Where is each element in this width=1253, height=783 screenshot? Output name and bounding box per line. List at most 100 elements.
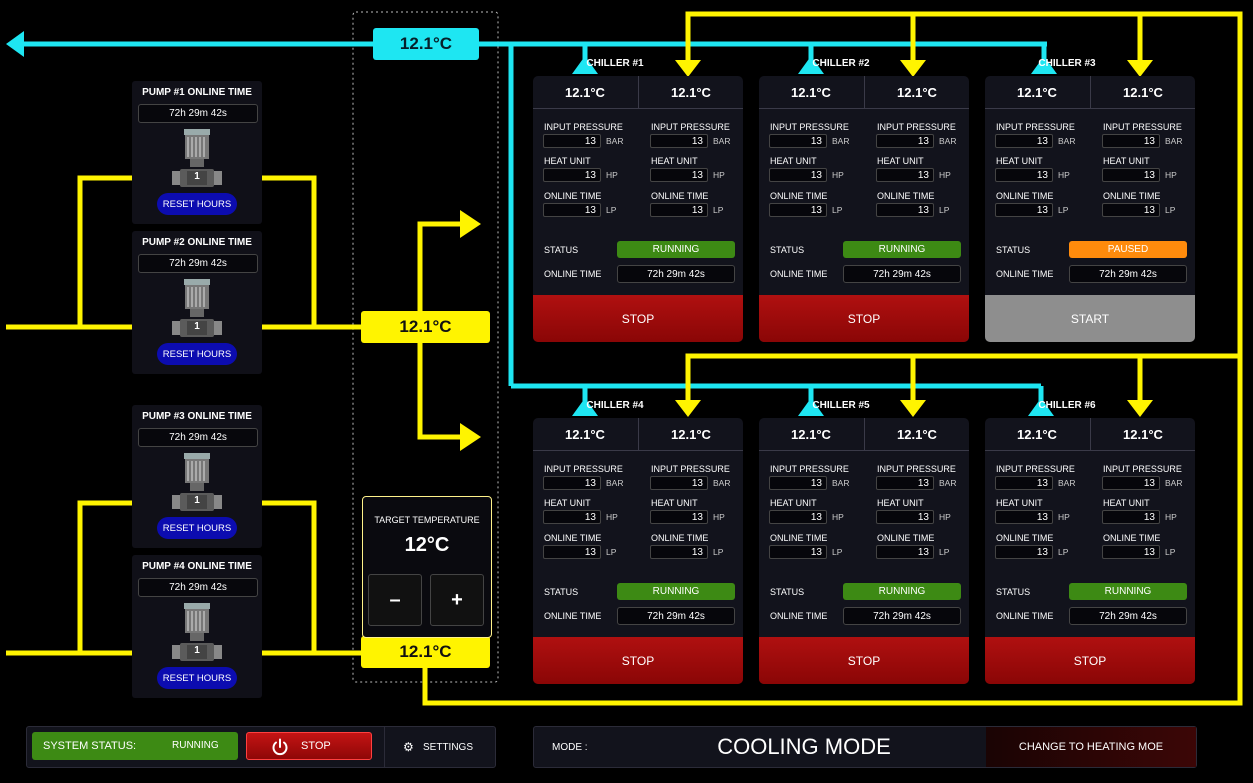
status-badge: RUNNING	[1069, 583, 1187, 600]
online-time-label: ONLINE TIME	[544, 269, 602, 279]
field-value[interactable]: 13	[543, 545, 601, 559]
field-label: HEAT UNIT	[651, 156, 698, 166]
system-control-bar: SYSTEM STATUS: RUNNING STOP ⚙ SETTINGS	[26, 726, 496, 768]
field-label: ONLINE TIME	[996, 191, 1054, 201]
field-value[interactable]: 13	[876, 168, 934, 182]
field-value[interactable]: 13	[1102, 168, 1160, 182]
field-value[interactable]: 13	[543, 476, 601, 490]
chiller-inlet-temp: 12.1°C	[671, 84, 711, 100]
field-value[interactable]: 13	[995, 545, 1053, 559]
field-value[interactable]: 13	[1102, 476, 1160, 490]
field-value[interactable]: 13	[876, 510, 934, 524]
online-time-label: ONLINE TIME	[544, 611, 602, 621]
reset-hours-button[interactable]: RESET HOURS	[157, 517, 237, 539]
field-value[interactable]: 13	[995, 476, 1053, 490]
field-value[interactable]: 13	[1102, 545, 1160, 559]
field-value[interactable]: 13	[650, 134, 708, 148]
field-label: INPUT PRESSURE	[877, 122, 956, 132]
field-value[interactable]: 13	[769, 168, 827, 182]
start-chiller-button[interactable]: START	[985, 295, 1195, 342]
target-temperature-panel: TARGET TEMPERATURE 12°C – +	[362, 496, 492, 638]
reset-hours-button[interactable]: RESET HOURS	[157, 343, 237, 365]
field-value[interactable]: 13	[769, 134, 827, 148]
chiller-temps: 12.1°C 12.1°C	[985, 418, 1195, 451]
unit-label: BAR	[606, 478, 624, 488]
settings-button[interactable]: ⚙ SETTINGS	[385, 727, 495, 767]
unit-label: LP	[1058, 205, 1069, 215]
field-value[interactable]: 13	[995, 203, 1053, 217]
field-value[interactable]: 13	[650, 510, 708, 524]
pump-icon: 1	[172, 129, 222, 189]
change-mode-button[interactable]: CHANGE TO HEATING MOE	[986, 727, 1196, 767]
field-label: ONLINE TIME	[651, 533, 709, 543]
pump-title: PUMP #1 ONLINE TIME	[142, 87, 252, 98]
field-value[interactable]: 13	[650, 168, 708, 182]
stop-chiller-button[interactable]: STOP	[985, 637, 1195, 684]
field-value[interactable]: 13	[995, 134, 1053, 148]
field-value[interactable]: 13	[650, 476, 708, 490]
field-value[interactable]: 13	[1102, 510, 1160, 524]
online-time-label: ONLINE TIME	[996, 611, 1054, 621]
field-value[interactable]: 13	[1102, 203, 1160, 217]
unit-label: LP	[606, 205, 617, 215]
field-value[interactable]: 13	[876, 476, 934, 490]
chiller-name: CHILLER #2	[812, 58, 870, 69]
field-label: ONLINE TIME	[996, 533, 1054, 543]
reset-hours-button[interactable]: RESET HOURS	[157, 667, 237, 689]
field-value[interactable]: 13	[995, 168, 1053, 182]
field-label: ONLINE TIME	[770, 191, 828, 201]
unit-label: HP	[606, 170, 618, 180]
field-label: ONLINE TIME	[544, 533, 602, 543]
chiller-inlet-temp: 12.1°C	[671, 426, 711, 442]
status-label: STATUS	[996, 587, 1031, 597]
field-value[interactable]: 13	[769, 203, 827, 217]
pump-panel-2: PUMP #2 ONLINE TIME 72h 29m 42s 1 RESET …	[132, 231, 262, 374]
field-label: HEAT UNIT	[770, 498, 817, 508]
chiller-card-2: 12.1°C 12.1°C INPUT PRESSURE INPUT PRESS…	[759, 76, 969, 342]
unit-label: HP	[832, 512, 844, 522]
field-value[interactable]: 13	[876, 134, 934, 148]
field-value[interactable]: 13	[769, 476, 827, 490]
field-label: HEAT UNIT	[996, 156, 1043, 166]
field-value[interactable]: 13	[1102, 134, 1160, 148]
increase-temperature-button[interactable]: +	[430, 574, 484, 626]
stop-chiller-button[interactable]: STOP	[533, 637, 743, 684]
field-value[interactable]: 13	[995, 510, 1053, 524]
unit-label: HP	[1058, 512, 1070, 522]
stop-chiller-button[interactable]: STOP	[759, 295, 969, 342]
field-value[interactable]: 13	[769, 545, 827, 559]
unit-label: BAR	[939, 136, 957, 146]
chiller-name: CHILLER #3	[1038, 58, 1096, 69]
system-stop-button[interactable]: STOP	[246, 732, 372, 760]
field-value[interactable]: 13	[650, 545, 708, 559]
field-label: HEAT UNIT	[770, 156, 817, 166]
chiller-outlet-temp: 12.1°C	[565, 426, 605, 442]
gear-icon: ⚙	[403, 740, 414, 754]
pump-number: 1	[194, 495, 200, 506]
field-value[interactable]: 13	[543, 203, 601, 217]
stop-chiller-button[interactable]: STOP	[533, 295, 743, 342]
field-value[interactable]: 13	[876, 203, 934, 217]
unit-label: BAR	[713, 136, 731, 146]
field-value[interactable]: 13	[769, 510, 827, 524]
pump-online-time: 72h 29m 42s	[138, 428, 258, 447]
arrow-down-icon	[1127, 60, 1153, 77]
reset-hours-button[interactable]: RESET HOURS	[157, 193, 237, 215]
field-value[interactable]: 13	[543, 134, 601, 148]
unit-label: HP	[1058, 170, 1070, 180]
pump-online-time: 72h 29m 42s	[138, 578, 258, 597]
field-label: HEAT UNIT	[1103, 156, 1150, 166]
field-value[interactable]: 13	[543, 510, 601, 524]
stop-chiller-button[interactable]: STOP	[759, 637, 969, 684]
pump-panel-1: PUMP #1 ONLINE TIME 72h 29m 42s 1 RESET …	[132, 81, 262, 224]
chiller-online-time: 72h 29m 42s	[1069, 607, 1187, 625]
chiller-card-6: 12.1°C 12.1°C INPUT PRESSURE INPUT PRESS…	[985, 418, 1195, 684]
field-value[interactable]: 13	[650, 203, 708, 217]
field-value[interactable]: 13	[543, 168, 601, 182]
arrow-down-icon	[1127, 400, 1153, 417]
field-label: INPUT PRESSURE	[1103, 122, 1182, 132]
inflow-temp-badge: 12.1°C	[361, 311, 490, 343]
decrease-temperature-button[interactable]: –	[368, 574, 422, 626]
field-value[interactable]: 13	[876, 545, 934, 559]
unit-label: HP	[713, 170, 725, 180]
